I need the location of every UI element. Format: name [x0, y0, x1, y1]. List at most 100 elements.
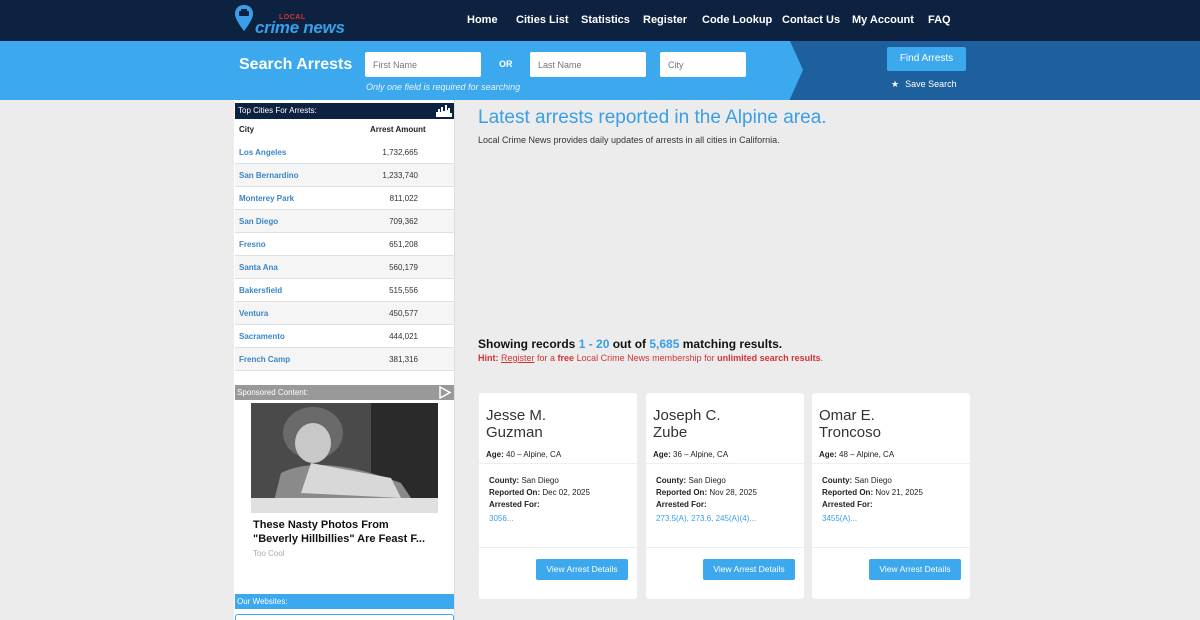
- logo-crime-news-text: crime news: [255, 18, 345, 37]
- charges-link[interactable]: 3056...: [489, 514, 513, 523]
- nav-faq[interactable]: FAQ: [928, 0, 951, 41]
- nav-cities-list[interactable]: Cities List: [516, 0, 569, 41]
- nav-statistics[interactable]: Statistics: [581, 0, 630, 41]
- city-arrest-amount: 444,021: [389, 332, 418, 341]
- city-arrest-amount: 381,316: [389, 355, 418, 364]
- showing-mid: out of: [609, 337, 650, 351]
- reported-label: Reported On:: [656, 488, 708, 497]
- card-divider: [646, 463, 804, 464]
- age-location-value: 36 – Alpine, CA: [673, 450, 729, 459]
- arrested-for-field: Arrested For:: [656, 500, 707, 509]
- save-search-label: Save Search: [905, 79, 957, 89]
- city-link[interactable]: San Bernardino: [239, 171, 299, 180]
- city-arrest-amount: 515,556: [389, 286, 418, 295]
- nav-home[interactable]: Home: [467, 0, 498, 41]
- arrested-for-label: Arrested For:: [822, 500, 873, 509]
- sponsored-heading: Sponsored Content:: [235, 385, 454, 400]
- city-row: Ventura 450,577: [235, 302, 454, 325]
- city-row: Santa Ana 560,179: [235, 256, 454, 279]
- hint-for-a: for a: [534, 353, 558, 363]
- first-name-input[interactable]: [365, 52, 481, 77]
- city-link[interactable]: French Camp: [239, 355, 290, 364]
- arrested-for-label: Arrested For:: [489, 500, 540, 509]
- arrested-for-field: Arrested For:: [489, 500, 540, 509]
- hint-register-link[interactable]: Register: [501, 353, 535, 363]
- reported-field: Reported On: Nov 21, 2025: [822, 488, 923, 497]
- nav-code-lookup[interactable]: Code Lookup: [702, 0, 772, 41]
- city-link[interactable]: Los Angeles: [239, 148, 286, 157]
- county-field: County: San Diego: [822, 476, 892, 485]
- page-title: Latest arrests reported in the Alpine ar…: [478, 107, 827, 128]
- nav-register[interactable]: Register: [643, 0, 687, 41]
- city-arrest-amount: 1,732,665: [382, 148, 418, 157]
- nav-contact-us[interactable]: Contact Us: [782, 0, 840, 41]
- sponsored-ad-image[interactable]: [251, 403, 438, 513]
- col-amount-header: Arrest Amount: [370, 125, 426, 134]
- card-divider: [812, 463, 970, 464]
- results-count: Showing records 1 - 20 out of 5,685 matc…: [478, 337, 782, 351]
- showing-prefix: Showing records: [478, 337, 579, 351]
- showing-total: 5,685: [649, 337, 680, 351]
- city-link[interactable]: Monterey Park: [239, 194, 294, 203]
- city-input[interactable]: [660, 52, 746, 77]
- arrestee-name: Jesse M. Guzman: [486, 407, 546, 441]
- reported-field: Reported On: Dec 02, 2025: [489, 488, 590, 497]
- county-label: County:: [656, 476, 687, 485]
- save-search-link[interactable]: ★ Save Search: [891, 79, 957, 90]
- county-value: San Diego: [854, 476, 892, 485]
- map-pin-icon: [235, 5, 253, 31]
- last-name-input[interactable]: [530, 52, 646, 77]
- charges-link[interactable]: 273.5(A), 273.6, 245(A)(4)...: [656, 514, 756, 523]
- age-location-value: 40 – Alpine, CA: [506, 450, 562, 459]
- sponsored-heading-label: Sponsored Content:: [237, 388, 309, 397]
- site-logo[interactable]: LOCAL crime news: [235, 4, 355, 38]
- city-arrest-amount: 450,577: [389, 309, 418, 318]
- view-arrest-details-button[interactable]: View Arrest Details: [869, 559, 961, 580]
- city-link[interactable]: Bakersfield: [239, 286, 282, 295]
- city-link[interactable]: Sacramento: [239, 332, 285, 341]
- arrestee-last-name: Zube: [653, 424, 688, 441]
- arrestee-first-name: Omar E.: [819, 407, 875, 424]
- hint-end: .: [820, 353, 824, 363]
- hint-free: free: [557, 353, 575, 363]
- ad-headline[interactable]: These Nasty Photos From "Beverly Hillbil…: [253, 518, 438, 546]
- reported-label: Reported On:: [489, 488, 541, 497]
- card-divider: [479, 547, 637, 548]
- reported-label: Reported On:: [822, 488, 874, 497]
- membership-hint: Hint: Register for a free Local Crime Ne…: [478, 353, 823, 363]
- search-band-arrow: [790, 41, 803, 99]
- city-link[interactable]: Santa Ana: [239, 263, 278, 272]
- county-field: County: San Diego: [489, 476, 559, 485]
- arrestee-last-name: Guzman: [486, 424, 543, 441]
- county-field: County: San Diego: [656, 476, 726, 485]
- city-row: Fresno 651,208: [235, 233, 454, 256]
- charges-link[interactable]: 3455(A)...: [822, 514, 857, 523]
- county-value: San Diego: [688, 476, 726, 485]
- view-arrest-details-button[interactable]: View Arrest Details: [536, 559, 628, 580]
- ad-choices-icon[interactable]: [438, 386, 452, 399]
- view-arrest-details-button[interactable]: View Arrest Details: [703, 559, 795, 580]
- city-link[interactable]: San Diego: [239, 217, 278, 226]
- reported-value: Nov 21, 2025: [875, 488, 923, 497]
- top-cities-heading-label: Top Cities For Arrests:: [238, 106, 317, 115]
- city-skyline-icon: [436, 105, 452, 117]
- arrestee-name: Omar E. Troncoso: [819, 407, 881, 441]
- age-label: Age:: [486, 450, 504, 459]
- county-label: County:: [822, 476, 853, 485]
- city-arrest-amount: 651,208: [389, 240, 418, 249]
- find-arrests-button[interactable]: Find Arrests: [887, 47, 966, 71]
- city-row: San Diego 709,362: [235, 210, 454, 233]
- top-cities-heading: Top Cities For Arrests:: [235, 103, 454, 119]
- our-websites-heading: Our Websites:: [235, 594, 454, 609]
- city-link[interactable]: Ventura: [239, 309, 268, 318]
- showing-range: 1 - 20: [578, 337, 610, 351]
- reported-value: Dec 02, 2025: [542, 488, 590, 497]
- age-label: Age:: [653, 450, 671, 459]
- county-value: San Diego: [521, 476, 559, 485]
- card-divider: [479, 463, 637, 464]
- city-row: Sacramento 444,021: [235, 325, 454, 348]
- card-divider: [812, 547, 970, 548]
- nav-my-account[interactable]: My Account: [852, 0, 914, 41]
- age-label: Age:: [819, 450, 837, 459]
- city-link[interactable]: Fresno: [239, 240, 266, 249]
